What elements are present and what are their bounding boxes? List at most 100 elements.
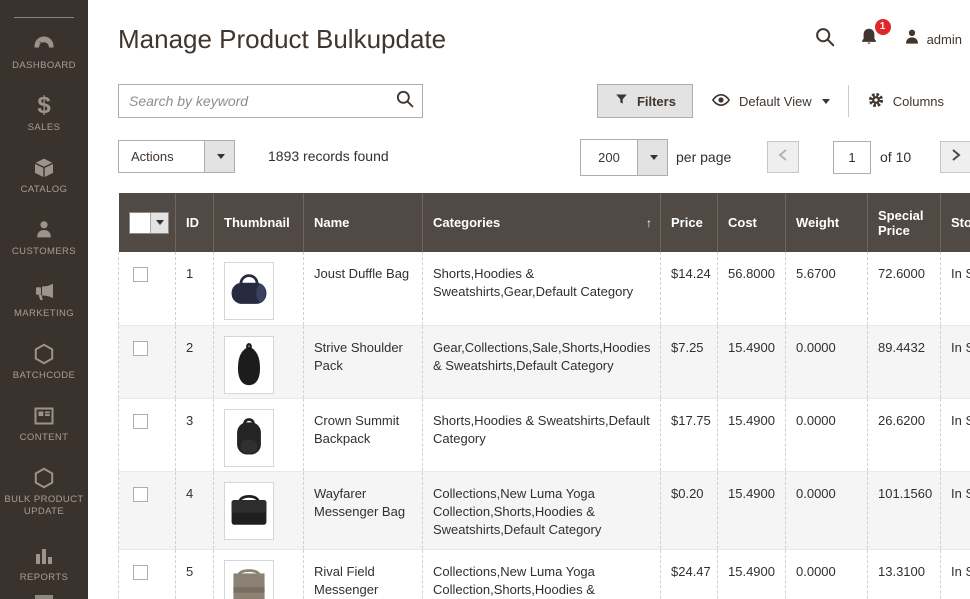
sidebar-item-dashboard[interactable]: DASHBOARD: [0, 28, 88, 90]
dropdown-caret: [204, 141, 234, 172]
dropdown-caret: [150, 213, 168, 233]
column-header-name[interactable]: Name: [304, 193, 423, 252]
default-view-label: Default View: [739, 94, 812, 109]
cell-categories: Collections,New Luma Yoga Collection,Sho…: [423, 549, 661, 599]
dropdown-caret: [637, 140, 667, 175]
notification-badge: 1: [875, 19, 891, 35]
sales-dollar-icon: $: [37, 94, 50, 118]
main-content: Manage Product Bulkupdate 1 admin: [88, 0, 970, 599]
per-page-dropdown[interactable]: 200: [580, 139, 668, 176]
column-header-id[interactable]: ID: [176, 193, 214, 252]
actions-dropdown[interactable]: Actions: [118, 140, 235, 173]
gear-icon: [867, 91, 885, 112]
search-input[interactable]: [119, 93, 388, 109]
wayfarer-messenger-bag-photo: [224, 482, 274, 540]
crown-summit-backpack-photo: [224, 409, 274, 467]
row-checkbox[interactable]: [133, 414, 148, 429]
chevron-left-icon: [777, 148, 789, 167]
cell-special-price: 72.6000: [868, 252, 941, 325]
grid-controls: Actions 1893 records found 200 per page …: [88, 139, 970, 177]
cell-weight: 0.0000: [786, 398, 868, 471]
cell-categories: Shorts,Hoodies & Sweatshirts,Default Cat…: [423, 398, 661, 471]
batchcode-hexagon-icon: [32, 342, 56, 366]
header-actions: 1 admin: [814, 24, 962, 54]
select-all-dropdown[interactable]: [129, 212, 169, 234]
catalog-box-icon: [32, 156, 56, 180]
row-checkbox[interactable]: [133, 565, 148, 580]
cell-categories: Gear,Collections,Sale,Shorts,Hoodies & S…: [423, 325, 661, 398]
cell-cost: 15.4900: [718, 549, 786, 599]
sidebar-item-catalog[interactable]: CATALOG: [0, 152, 88, 214]
chevron-down-icon: [217, 154, 225, 159]
cell-categories: Shorts,Hoodies & Sweatshirts,Gear,Defaul…: [423, 252, 661, 325]
column-header-price[interactable]: Price: [661, 193, 718, 252]
search-submit-button[interactable]: [388, 89, 422, 114]
columns-button[interactable]: Columns: [849, 91, 962, 112]
funnel-icon: [614, 92, 629, 110]
sidebar: DASHBOARD $ SALES CATALOG CUSTOMERS MARK…: [0, 0, 88, 599]
cell-stock: In Stock: [941, 252, 970, 325]
cell-price: $17.75: [661, 398, 718, 471]
page-number-input[interactable]: [833, 141, 871, 174]
cell-price: $0.20: [661, 471, 718, 549]
sidebar-item-label: CUSTOMERS: [4, 246, 84, 258]
row-checkbox[interactable]: [133, 267, 148, 282]
next-page-button[interactable]: [940, 141, 970, 173]
sidebar-item-reports[interactable]: REPORTS: [0, 540, 88, 599]
column-header-thumbnail[interactable]: Thumbnail: [214, 193, 304, 252]
cell-id: 2: [176, 325, 214, 398]
content-layout-icon: [32, 404, 56, 428]
product-grid: ID Thumbnail Name Categories ↑ Price Cost…: [118, 193, 970, 599]
cell-name: Rival Field Messenger: [304, 549, 423, 599]
notifications-button[interactable]: 1: [858, 26, 880, 53]
cell-special-price: 101.1560: [868, 471, 941, 549]
filters-button[interactable]: Filters: [597, 84, 693, 118]
admin-account-menu[interactable]: admin: [902, 27, 962, 52]
sidebar-item-label: CATALOG: [4, 184, 84, 196]
column-header-special-price[interactable]: Special Price: [868, 193, 941, 252]
search-icon: [395, 89, 415, 114]
sidebar-item-label: SALES: [4, 122, 84, 134]
categories-label: Categories: [433, 215, 500, 230]
sidebar-item-sales[interactable]: $ SALES: [0, 90, 88, 152]
cell-stock: In Stock: [941, 471, 970, 549]
column-header-stock[interactable]: Stock: [941, 193, 970, 252]
chevron-down-icon: [822, 99, 830, 104]
column-header-weight[interactable]: Weight: [786, 193, 868, 252]
sidebar-item-label: BULK PRODUCT UPDATE: [4, 494, 84, 518]
column-header-categories[interactable]: Categories ↑: [423, 193, 661, 252]
table-row: 5 Rival Field Messenger Collections,New …: [119, 549, 970, 599]
cell-weight: 0.0000: [786, 471, 868, 549]
cell-stock: In Stock: [941, 398, 970, 471]
sidebar-item-label: DASHBOARD: [4, 60, 84, 72]
sidebar-item-marketing[interactable]: MARKETING: [0, 276, 88, 338]
stores-icon[interactable]: [35, 595, 53, 599]
cell-special-price: 89.4432: [868, 325, 941, 398]
rival-field-messenger-photo: [224, 560, 274, 599]
cell-id: 1: [176, 252, 214, 325]
default-view-button[interactable]: Default View: [693, 90, 848, 113]
dashboard-gauge-icon: [32, 32, 56, 56]
sidebar-item-batchcode[interactable]: BATCHCODE: [0, 338, 88, 400]
per-page-label: per page: [676, 149, 731, 165]
table-row: 2 Strive Shoulder Pack Gear,Collections,…: [119, 325, 970, 398]
sort-ascending-icon: ↑: [646, 216, 652, 230]
sidebar-item-label: MARKETING: [4, 308, 84, 320]
sidebar-nav: DASHBOARD $ SALES CATALOG CUSTOMERS MARK…: [0, 28, 88, 599]
eye-icon: [711, 90, 731, 113]
row-checkbox[interactable]: [133, 487, 148, 502]
joust-duffle-bag-photo: [224, 262, 274, 320]
sidebar-item-bulk-product-update[interactable]: BULK PRODUCT UPDATE: [0, 462, 88, 540]
sidebar-item-label: BATCHCODE: [4, 370, 84, 382]
chevron-down-icon: [650, 155, 658, 160]
sidebar-item-customers[interactable]: CUSTOMERS: [0, 214, 88, 276]
sidebar-item-content[interactable]: CONTENT: [0, 400, 88, 462]
column-header-cost[interactable]: Cost: [718, 193, 786, 252]
select-all-checkbox[interactable]: [130, 213, 150, 233]
sidebar-item-label: REPORTS: [4, 572, 84, 584]
row-checkbox[interactable]: [133, 341, 148, 356]
global-search-button[interactable]: [814, 26, 836, 53]
sidebar-item-label: CONTENT: [4, 432, 84, 444]
strive-shoulder-pack-photo: [224, 336, 274, 394]
previous-page-button[interactable]: [767, 141, 799, 173]
